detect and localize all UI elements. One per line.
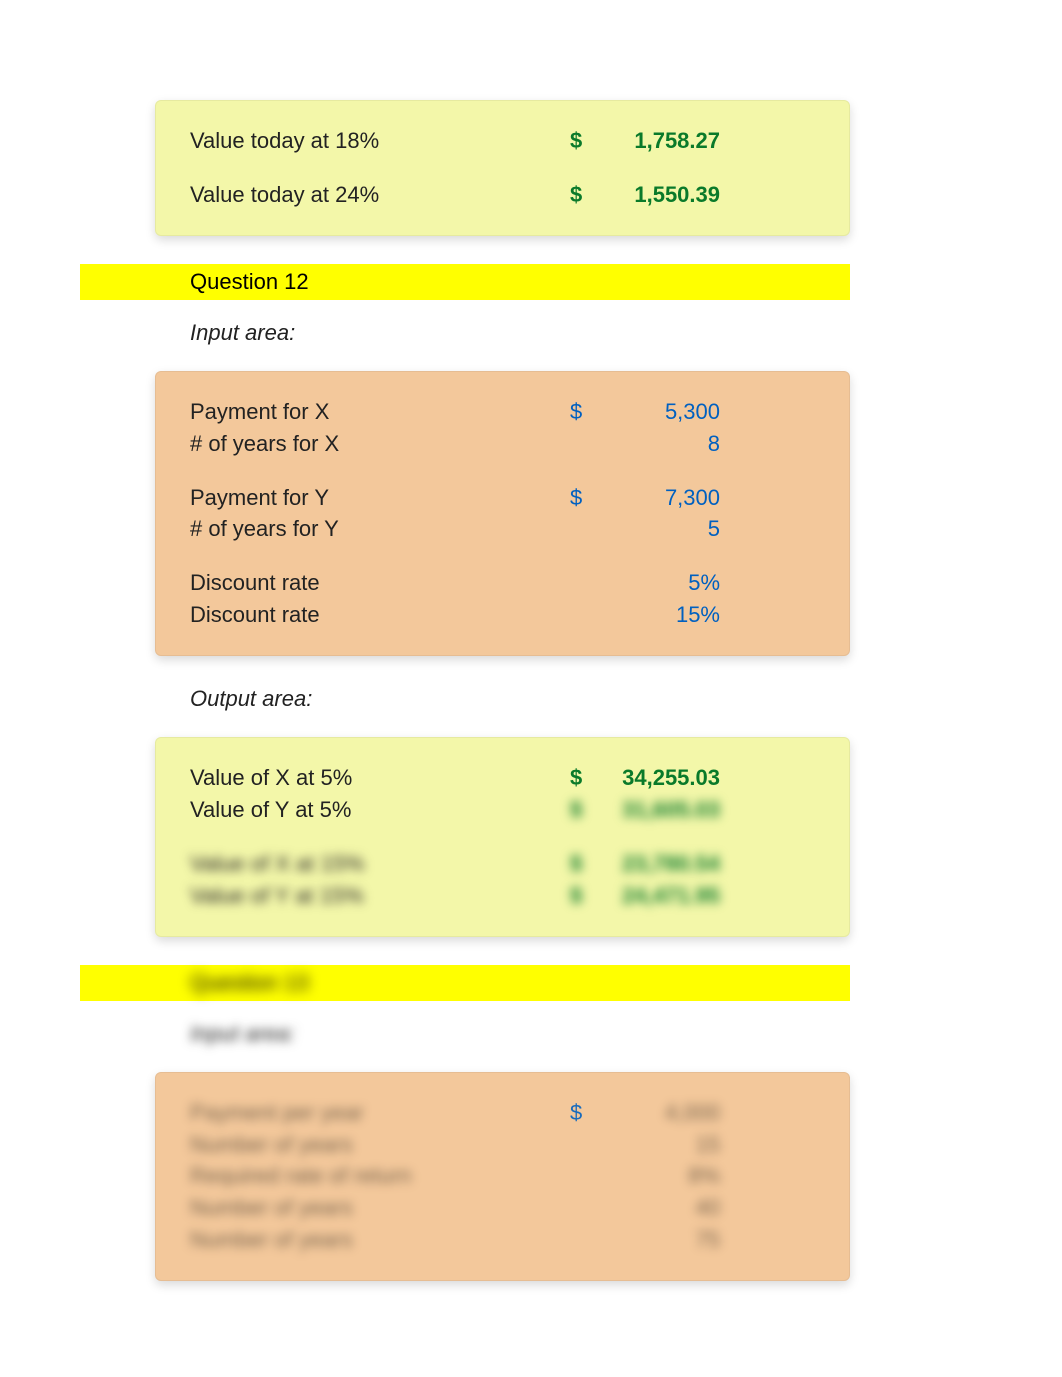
value-y-15-row: Value of Y at 15% $ 24,471.95 xyxy=(190,880,820,912)
heading-text: Question 12 xyxy=(190,269,309,294)
years-y-row: # of years for Y 5 xyxy=(190,513,820,545)
currency-symbol: $ xyxy=(570,1097,600,1129)
row-label: Payment for Y xyxy=(190,482,570,514)
row-value: 1,758.27 xyxy=(600,125,720,157)
currency-symbol: $ xyxy=(570,880,600,912)
currency-symbol: $ xyxy=(570,762,600,794)
q13-input-panel: Payment per year $ 4,000 Number of years… xyxy=(155,1072,850,1281)
row-value: 1,550.39 xyxy=(600,179,720,211)
value-today-24-row: Value today at 24% $ 1,550.39 xyxy=(190,179,820,211)
discount-rate-1-row: Discount rate 5% xyxy=(190,567,820,599)
heading-text: Question 13 xyxy=(190,970,309,996)
row-label: Discount rate xyxy=(190,567,570,599)
currency-symbol: $ xyxy=(570,396,600,428)
q12-output-panel: Value of X at 5% $ 34,255.03 Value of Y … xyxy=(155,737,850,937)
q13-row: Number of years 75 xyxy=(190,1224,820,1256)
payment-y-row: Payment for Y $ 7,300 xyxy=(190,482,820,514)
row-label: # of years for Y xyxy=(190,513,570,545)
row-label: Value today at 24% xyxy=(190,179,570,211)
row-label: Value of X at 15% xyxy=(190,848,570,880)
row-value: 15% xyxy=(600,599,720,631)
q13-row: Number of years 40 xyxy=(190,1192,820,1224)
q12-input-panel: Payment for X $ 5,300 # of years for X 8… xyxy=(155,371,850,656)
years-x-row: # of years for X 8 xyxy=(190,428,820,460)
value-x-15-row: Value of X at 15% $ 23,780.54 xyxy=(190,848,820,880)
q13-row: Required rate of return 8% xyxy=(190,1160,820,1192)
row-label: Number of years xyxy=(190,1192,570,1224)
row-value: 24,471.95 xyxy=(600,880,720,912)
row-value: 40 xyxy=(600,1192,720,1224)
discount-rate-2-row: Discount rate 15% xyxy=(190,599,820,631)
row-label: Value today at 18% xyxy=(190,125,570,157)
row-label: Value of Y at 5% xyxy=(190,794,570,826)
output-area-label: Output area: xyxy=(190,686,1062,712)
value-today-panel: Value today at 18% $ 1,758.27 Value toda… xyxy=(155,100,850,236)
q13-row: Payment per year $ 4,000 xyxy=(190,1097,820,1129)
row-value: 8 xyxy=(600,428,720,460)
row-value: 7,300 xyxy=(600,482,720,514)
row-value: 8% xyxy=(600,1160,720,1192)
question-13-heading: Question 13 xyxy=(80,965,850,1001)
currency-symbol: $ xyxy=(570,848,600,880)
q13-row: Number of years 15 xyxy=(190,1129,820,1161)
currency-symbol: $ xyxy=(570,482,600,514)
input-area-label: Input area: xyxy=(190,320,1062,346)
row-label: Payment per year xyxy=(190,1097,570,1129)
row-label: Value of Y at 15% xyxy=(190,880,570,912)
payment-x-row: Payment for X $ 5,300 xyxy=(190,396,820,428)
question-12-heading: Question 12 xyxy=(80,264,850,300)
row-label: Number of years xyxy=(190,1129,570,1161)
row-label: # of years for X xyxy=(190,428,570,460)
currency-symbol: $ xyxy=(570,794,600,826)
value-y-5-row: Value of Y at 5% $ 31,605.03 xyxy=(190,794,820,826)
row-value: 34,255.03 xyxy=(600,762,720,794)
row-value: 75 xyxy=(600,1224,720,1256)
row-value: 4,000 xyxy=(600,1097,720,1129)
currency-symbol: $ xyxy=(570,179,600,211)
row-value: 23,780.54 xyxy=(600,848,720,880)
row-value: 5% xyxy=(600,567,720,599)
value-x-5-row: Value of X at 5% $ 34,255.03 xyxy=(190,762,820,794)
row-value: 5 xyxy=(600,513,720,545)
row-label: Number of years xyxy=(190,1224,570,1256)
row-value: 5,300 xyxy=(600,396,720,428)
value-today-18-row: Value today at 18% $ 1,758.27 xyxy=(190,125,820,157)
q13-input-area-label: Input area: xyxy=(190,1021,1062,1047)
row-label: Value of X at 5% xyxy=(190,762,570,794)
row-label: Required rate of return xyxy=(190,1160,570,1192)
row-value: 15 xyxy=(600,1129,720,1161)
row-label: Payment for X xyxy=(190,396,570,428)
row-value: 31,605.03 xyxy=(600,794,720,826)
row-label: Discount rate xyxy=(190,599,570,631)
currency-symbol: $ xyxy=(570,125,600,157)
